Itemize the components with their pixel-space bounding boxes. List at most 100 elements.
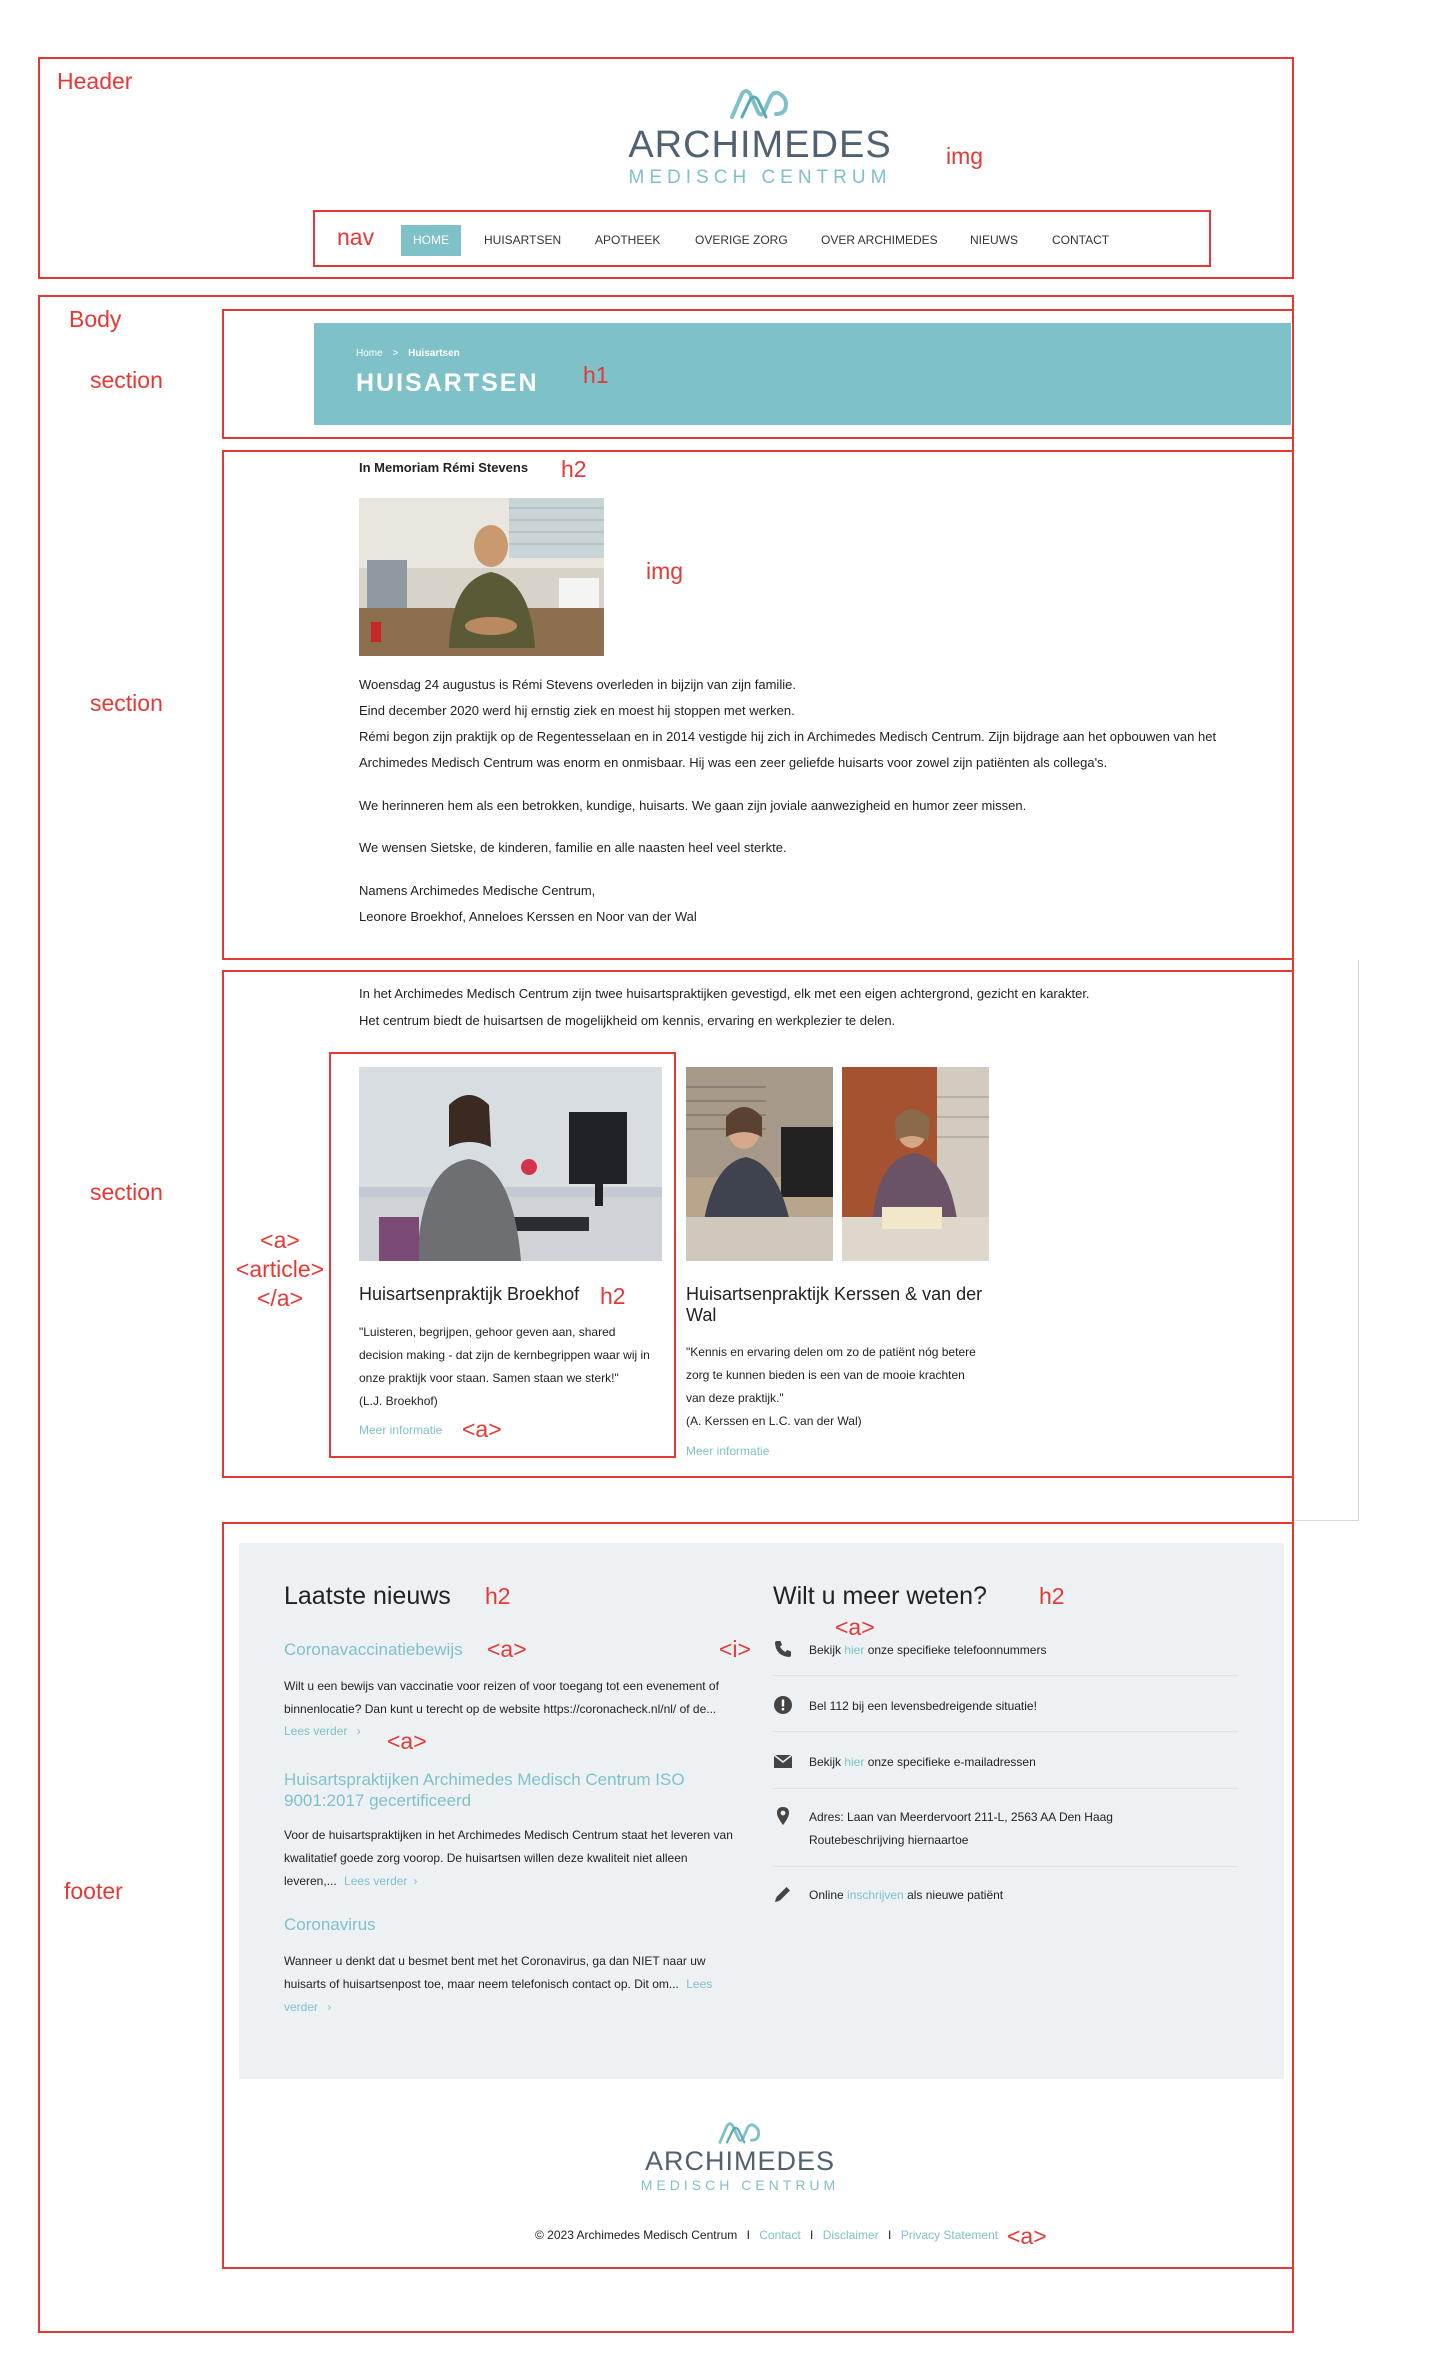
news-read-more-link[interactable]: Lees verder › bbox=[284, 1724, 361, 1738]
annotation-article: <article> bbox=[235, 1256, 325, 1282]
annotation-section-2: section bbox=[90, 690, 163, 716]
news-item-body-line: leveren,... Lees verder › bbox=[284, 1870, 733, 1893]
practice-quote-broekhof-line: "Luisteren, begrijpen, gehoor geven aan,… bbox=[359, 1325, 616, 1339]
nav-item-apotheek[interactable]: APOTHEEK bbox=[595, 225, 660, 256]
info-divider bbox=[773, 1675, 1238, 1676]
info-phone-text: Bekijk hier onze specifieke telefoonnumm… bbox=[809, 1639, 1046, 1661]
news-item-body-line: Wilt u een bewijs van vaccinatie voor re… bbox=[284, 1679, 719, 1693]
memoriam-photo bbox=[359, 498, 604, 656]
logo-subtitle: MEDISCH CENTRUM bbox=[628, 167, 892, 188]
section-3-bottom-line bbox=[1294, 1520, 1359, 1521]
practice-title-kerssen: Huisartsenpraktijk Kerssen & van der Wal bbox=[686, 1284, 982, 1326]
annotation-img-photo: img bbox=[646, 558, 684, 584]
practice-more-link-broekhof[interactable]: Meer informatie bbox=[359, 1423, 442, 1437]
news-item-body-line: Wanneer u denkt dat u besmet bent met he… bbox=[284, 1954, 706, 1968]
news-item-body-line: binnenlocatie? Dan kunt u terecht op de … bbox=[284, 1702, 717, 1716]
news-item-body-text: huisarts of huisartsenpost toe, maar nee… bbox=[284, 1977, 679, 1991]
practice-photo-kerssen bbox=[686, 1067, 833, 1261]
news-item-title[interactable]: Coronavaccinatiebewijs bbox=[284, 1640, 463, 1660]
breadcrumb-home[interactable]: Home bbox=[356, 348, 383, 359]
annotation-h1: h1 bbox=[583, 362, 609, 388]
logo-mark-icon bbox=[730, 89, 789, 119]
info-phone-post: onze specifieke telefoonnummers bbox=[864, 1643, 1047, 1657]
footer-logo[interactable]: ARCHIMEDES MEDISCH CENTRUM bbox=[620, 2120, 860, 2192]
section-3-side-line bbox=[1358, 960, 1359, 1520]
practices-intro-2: Het centrum biedt de huisartsen de mogel… bbox=[359, 1013, 896, 1028]
practice-quote-kerssen-line: zorg te kunnen bieden is een van de mooi… bbox=[686, 1368, 965, 1382]
logo-subtitle: MEDISCH CENTRUM bbox=[640, 2177, 840, 2193]
practices-intro-1: In het Archimedes Medisch Centrum zijn t… bbox=[359, 986, 1090, 1001]
map-pin-icon bbox=[777, 1807, 789, 1825]
memoriam-line-3: Rémi begon zijn praktijk op de Regentess… bbox=[359, 729, 1217, 744]
footer-link-contact[interactable]: Contact bbox=[759, 2228, 800, 2242]
news-item-title-line: Huisartspraktijken Archimedes Medisch Ce… bbox=[284, 1770, 685, 1789]
chevron-right-icon: › bbox=[356, 1724, 361, 1738]
header-logo[interactable]: ARCHIMEDES MEDISCH CENTRUM bbox=[600, 86, 920, 187]
annotation-body: Body bbox=[69, 306, 122, 332]
news-read-more-link[interactable]: verder › bbox=[284, 1996, 712, 2019]
news-read-more-label: Lees verder bbox=[344, 1874, 408, 1888]
practice-title-broekhof: Huisartsenpraktijk Broekhof bbox=[359, 1284, 580, 1304]
news-item-body: Voor de huisartspraktijken in het Archim… bbox=[284, 1824, 733, 1893]
info-register-link[interactable]: inschrijven bbox=[847, 1888, 904, 1902]
info-mail-link[interactable]: hier bbox=[844, 1755, 864, 1769]
info-mail-text: Bekijk hier onze specifieke e-mailadress… bbox=[809, 1751, 1036, 1773]
nav-item-nieuws[interactable]: NIEUWS bbox=[970, 225, 1018, 256]
info-mail-post: onze specifieke e-mailadressen bbox=[864, 1755, 1036, 1769]
nav-item-over-archimedes[interactable]: OVER ARCHIMEDES bbox=[821, 225, 938, 256]
nav-item-contact[interactable]: CONTACT bbox=[1052, 225, 1109, 256]
footer-separator: I bbox=[810, 2228, 814, 2242]
annotation-a-news1: <a> bbox=[487, 1636, 527, 1662]
practice-quote-broekhof: "Luisteren, begrijpen, gehoor geven aan,… bbox=[359, 1321, 650, 1413]
memoriam-signature-1: Namens Archimedes Medische Centrum, bbox=[359, 883, 596, 898]
envelope-icon bbox=[773, 1754, 793, 1768]
nav-item-overige-zorg[interactable]: OVERIGE ZORG bbox=[695, 225, 788, 256]
breadcrumb-separator: > bbox=[392, 348, 399, 359]
annotation-a-meer: <a> bbox=[462, 1416, 502, 1442]
practice-quote-broekhof-line: onze praktijk voor staan. Samen staan we… bbox=[359, 1371, 619, 1385]
info-register-post: als nieuwe patiënt bbox=[903, 1888, 1004, 1902]
news-item-title[interactable]: Coronavirus bbox=[284, 1915, 376, 1935]
annotation-section-1: section bbox=[90, 367, 163, 393]
breadcrumb: Home > Huisartsen bbox=[356, 348, 460, 359]
news-item-body-line: huisarts of huisartsenpost toe, maar nee… bbox=[284, 1973, 712, 1996]
footer-link-disclaimer[interactable]: Disclaimer bbox=[823, 2228, 879, 2242]
footer-link-privacy[interactable]: Privacy Statement bbox=[901, 2228, 998, 2242]
news-read-more-link[interactable]: Lees verder › bbox=[344, 1874, 417, 1888]
practice-more-link-kerssen[interactable]: Meer informatie bbox=[686, 1444, 769, 1458]
news-item-body: Wanneer u denkt dat u besmet bent met he… bbox=[284, 1950, 712, 2019]
practice-title-kerssen-line: Huisartsenpraktijk Kerssen & van der bbox=[686, 1284, 983, 1304]
annotation-header: Header bbox=[57, 68, 133, 94]
info-route-link[interactable]: Routebeschrijving hiernaartoe bbox=[809, 1829, 968, 1851]
info-address-text: Adres: Laan van Meerdervoort 211-L, 2563… bbox=[809, 1810, 1113, 1824]
practice-quote-broekhof-line: decision making - dat zijn de kernbegrip… bbox=[359, 1348, 650, 1362]
annotation-h2-memoriam: h2 bbox=[561, 456, 587, 482]
nav-item-home[interactable]: HOME bbox=[401, 225, 461, 256]
info-divider bbox=[773, 1866, 1238, 1867]
memoriam-line-1: Woensdag 24 augustus is Rémi Stevens ove… bbox=[359, 677, 796, 692]
nav-item-huisartsen[interactable]: HUISARTSEN bbox=[484, 225, 561, 256]
logo-name: ARCHIMEDES bbox=[628, 124, 892, 166]
annotation-a-footer: <a> bbox=[1007, 2223, 1047, 2249]
news-read-more-label: verder bbox=[284, 2000, 319, 2014]
annotation-a-lees1: <a> bbox=[387, 1728, 427, 1754]
annotation-nav: nav bbox=[337, 224, 375, 250]
practice-quote-kerssen: "Kennis en ervaring delen om zo de patië… bbox=[686, 1341, 976, 1433]
info-register-pre: Online bbox=[809, 1888, 848, 1902]
news-item-title-iso[interactable]: Huisartspraktijken Archimedes Medisch Ce… bbox=[284, 1769, 685, 1811]
chevron-right-icon: › bbox=[327, 2000, 332, 2014]
annotation-img-logo: img bbox=[946, 143, 984, 169]
info-emergency-text: Bel 112 bij een levensbedreigende situat… bbox=[809, 1699, 1037, 1713]
memoriam-paragraph-2: We herinneren hem als een betrokken, kun… bbox=[359, 798, 1027, 813]
memoriam-title: In Memoriam Rémi Stevens bbox=[359, 460, 529, 475]
news-item-body: Wilt u een bewijs van vaccinatie voor re… bbox=[284, 1675, 719, 1721]
annotation-i-icon: <i> bbox=[719, 1636, 751, 1662]
info-phone-link[interactable]: hier bbox=[844, 1643, 864, 1657]
news-item-body-line: Voor de huisartspraktijken in het Archim… bbox=[284, 1828, 733, 1842]
info-mail-pre: Bekijk bbox=[809, 1755, 845, 1769]
info-divider bbox=[773, 1731, 1238, 1732]
news-heading: Laatste nieuws bbox=[284, 1582, 451, 1610]
news-read-more-link[interactable]: Lees bbox=[686, 1977, 712, 1991]
chevron-right-icon: › bbox=[413, 1874, 418, 1888]
memoriam-line-2: Eind december 2020 werd hij ernstig ziek… bbox=[359, 703, 795, 718]
